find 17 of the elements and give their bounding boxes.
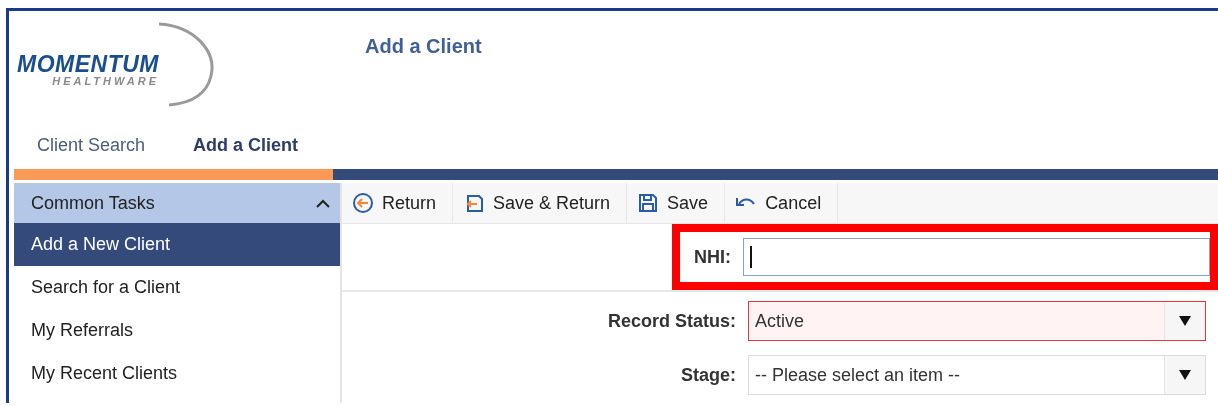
nav-tab[interactable]: Add a Client <box>169 134 323 156</box>
dropdown-caret-icon <box>1179 370 1191 380</box>
logo-tagline: HEALTHWARE <box>52 75 159 87</box>
dropdown[interactable]: Active <box>748 301 1206 341</box>
nhi-input-field[interactable] <box>743 238 1210 276</box>
sidebar-item[interactable]: Add a New Client <box>14 223 340 266</box>
save-icon <box>637 192 660 214</box>
chevron-icon <box>316 198 330 208</box>
nav-tab[interactable]: Client Search <box>13 134 170 156</box>
logo-wordmark: MOMENTUM <box>17 51 159 77</box>
sidebar-header[interactable]: Common Tasks <box>14 183 340 223</box>
page-title: Add a Client <box>365 35 482 59</box>
field-label: Record Status: <box>607 310 736 332</box>
dropdown-caret-icon <box>1179 316 1191 326</box>
dropdown[interactable]: -- Please select an item -- <box>748 355 1206 395</box>
field-label: NHI: <box>694 246 731 268</box>
field-label: Stage: <box>681 364 736 386</box>
